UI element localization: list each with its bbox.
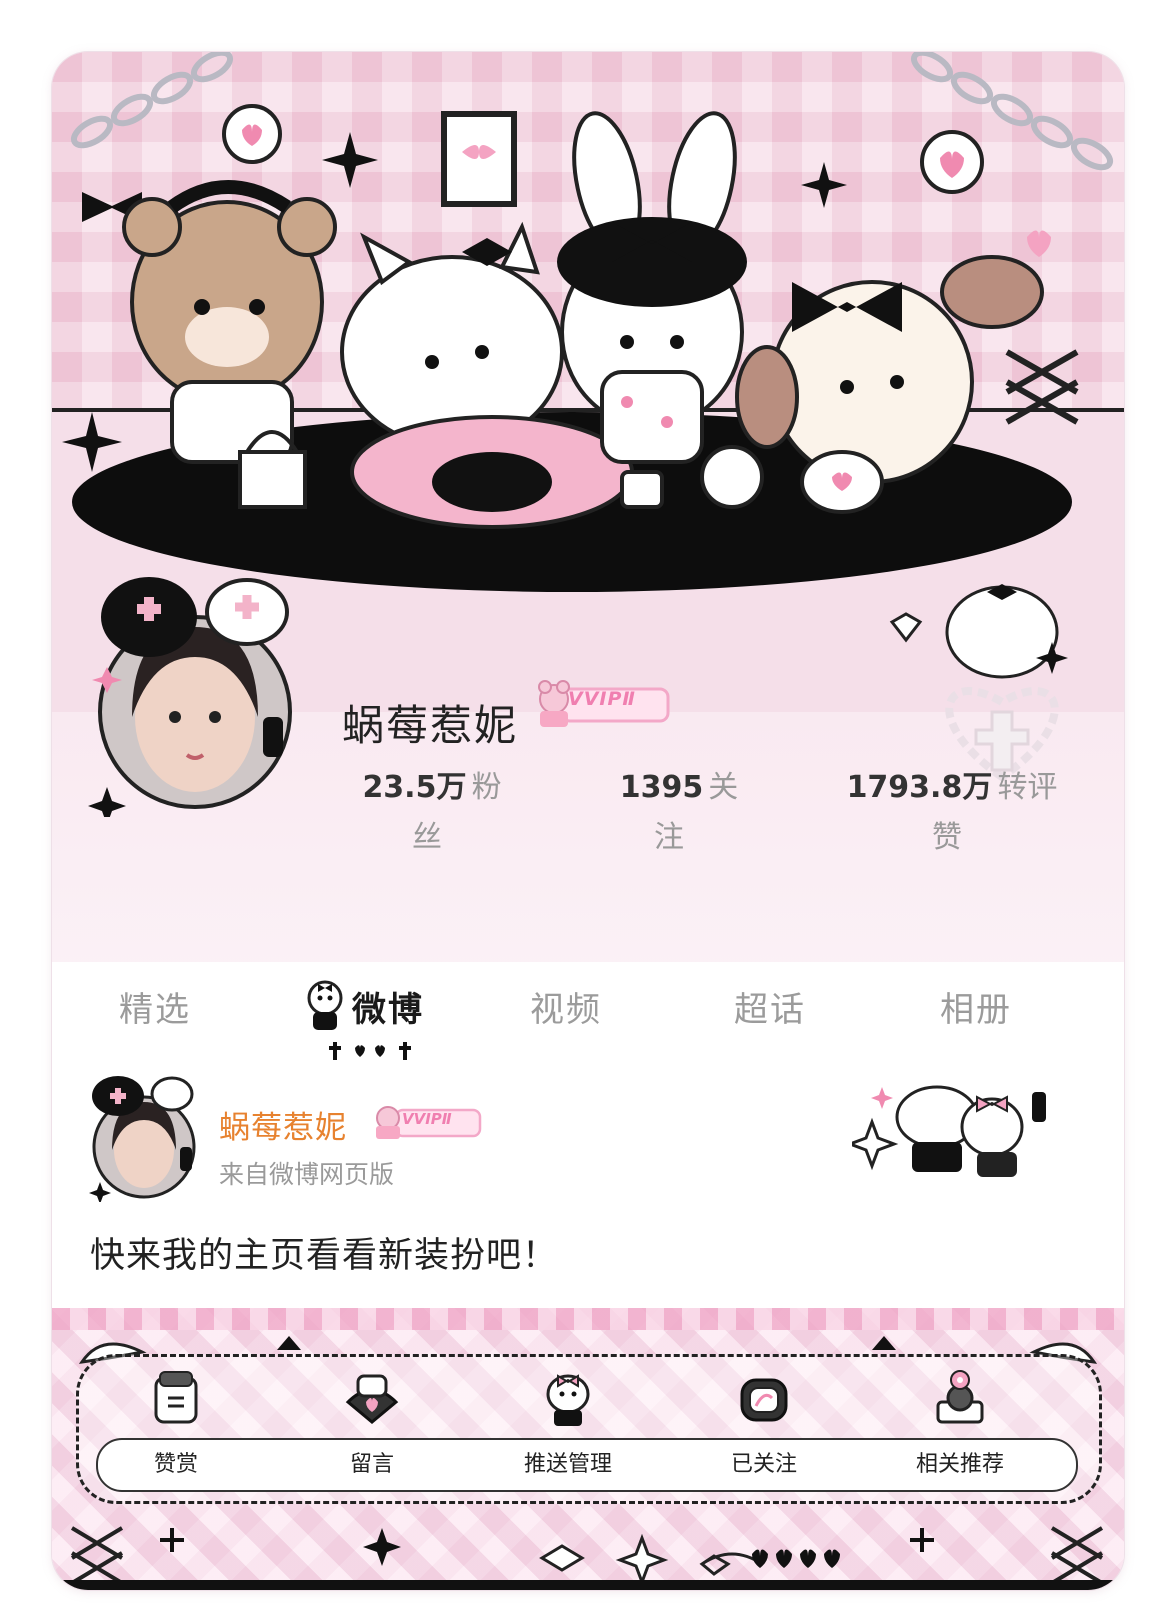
post-decoration-sticker-icon — [852, 1085, 1046, 1177]
post-source: 来自微博网页版 — [219, 1160, 395, 1189]
lace-border-strip — [52, 1308, 1124, 1330]
followed-label: 已关注 — [730, 1452, 797, 1477]
post-body-text: 快来我的主页看看新装扮吧！ — [90, 1236, 559, 1276]
tab-weibo[interactable]: 微博 — [352, 982, 424, 1031]
tab-active-indicator-icon — [329, 1042, 411, 1060]
stat-following[interactable]: 1395 关 — [604, 762, 754, 806]
weibo-post[interactable]: 蜗莓惹妮 VVIPⅡ 来自微博网页版 快来我的主页看看新装扮吧！ — [52, 1062, 1124, 1312]
following-label-part2: 注 — [654, 820, 684, 855]
reward-button[interactable]: 赞赏 — [116, 1368, 236, 1508]
vip-badge-label: VVIPⅡ — [568, 688, 636, 710]
fans-label-part2: 丝 — [412, 820, 442, 855]
profile-header: 蜗莓惹妮 VVIPⅡ 23.5万 粉 丝 1395 关 注 1793.8万 转评 — [52, 52, 1124, 972]
message-icon — [345, 1374, 399, 1424]
push-settings-label: 推送管理 — [523, 1452, 612, 1477]
followed-icon — [740, 1378, 788, 1422]
message-label: 留言 — [349, 1452, 394, 1477]
message-button[interactable]: 留言 — [312, 1368, 432, 1508]
push-settings-icon — [546, 1374, 590, 1426]
push-settings-button[interactable]: 推送管理 — [508, 1368, 628, 1508]
recommend-button[interactable]: 相关推荐 — [900, 1368, 1020, 1508]
post-action-bar: 赞赏 留言 推送管理 已关注 相关推荐 — [52, 1308, 1124, 1590]
profile-avatar[interactable] — [77, 577, 307, 817]
tab-super-topics[interactable]: 超话 — [734, 982, 806, 1031]
profile-tabs: 精选 微博 视频 超话 相册 — [52, 962, 1124, 1060]
fans-count: 23.5万 — [362, 770, 467, 805]
tab-albums[interactable]: 相册 — [940, 982, 1012, 1031]
likes-label-part1: 转评 — [997, 770, 1058, 805]
following-label-part1: 关 — [708, 770, 739, 805]
post-author-name[interactable]: 蜗莓惹妮 — [219, 1102, 347, 1147]
profile-card: 蜗莓惹妮 VVIPⅡ 23.5万 粉 丝 1395 关 注 1793.8万 转评 — [52, 52, 1124, 1590]
likes-label-part2: 赞 — [932, 820, 962, 855]
recommend-label: 相关推荐 — [915, 1452, 1004, 1477]
stat-likes[interactable]: 1793.8万 转评 — [827, 762, 1077, 806]
profile-name: 蜗莓惹妮 — [342, 701, 519, 750]
tab-featured[interactable]: 精选 — [119, 982, 191, 1031]
reward-icon — [154, 1371, 198, 1424]
post-vip-label: VVIPⅡ — [402, 1110, 452, 1128]
fans-label-part1: 粉 — [471, 770, 502, 805]
tab-mascot-icon — [307, 980, 343, 1030]
likes-count: 1793.8万 — [846, 770, 993, 805]
reward-label: 赞赏 — [153, 1452, 198, 1477]
post-author-avatar[interactable] — [82, 1072, 202, 1202]
recommend-icon — [936, 1370, 984, 1424]
tab-videos[interactable]: 视频 — [530, 982, 602, 1031]
following-count: 1395 — [619, 770, 704, 805]
action-bar-bottom-decoration-icon — [52, 1526, 1124, 1590]
stat-fans[interactable]: 23.5万 粉 — [342, 762, 522, 806]
followed-button[interactable]: 已关注 — [704, 1368, 824, 1508]
